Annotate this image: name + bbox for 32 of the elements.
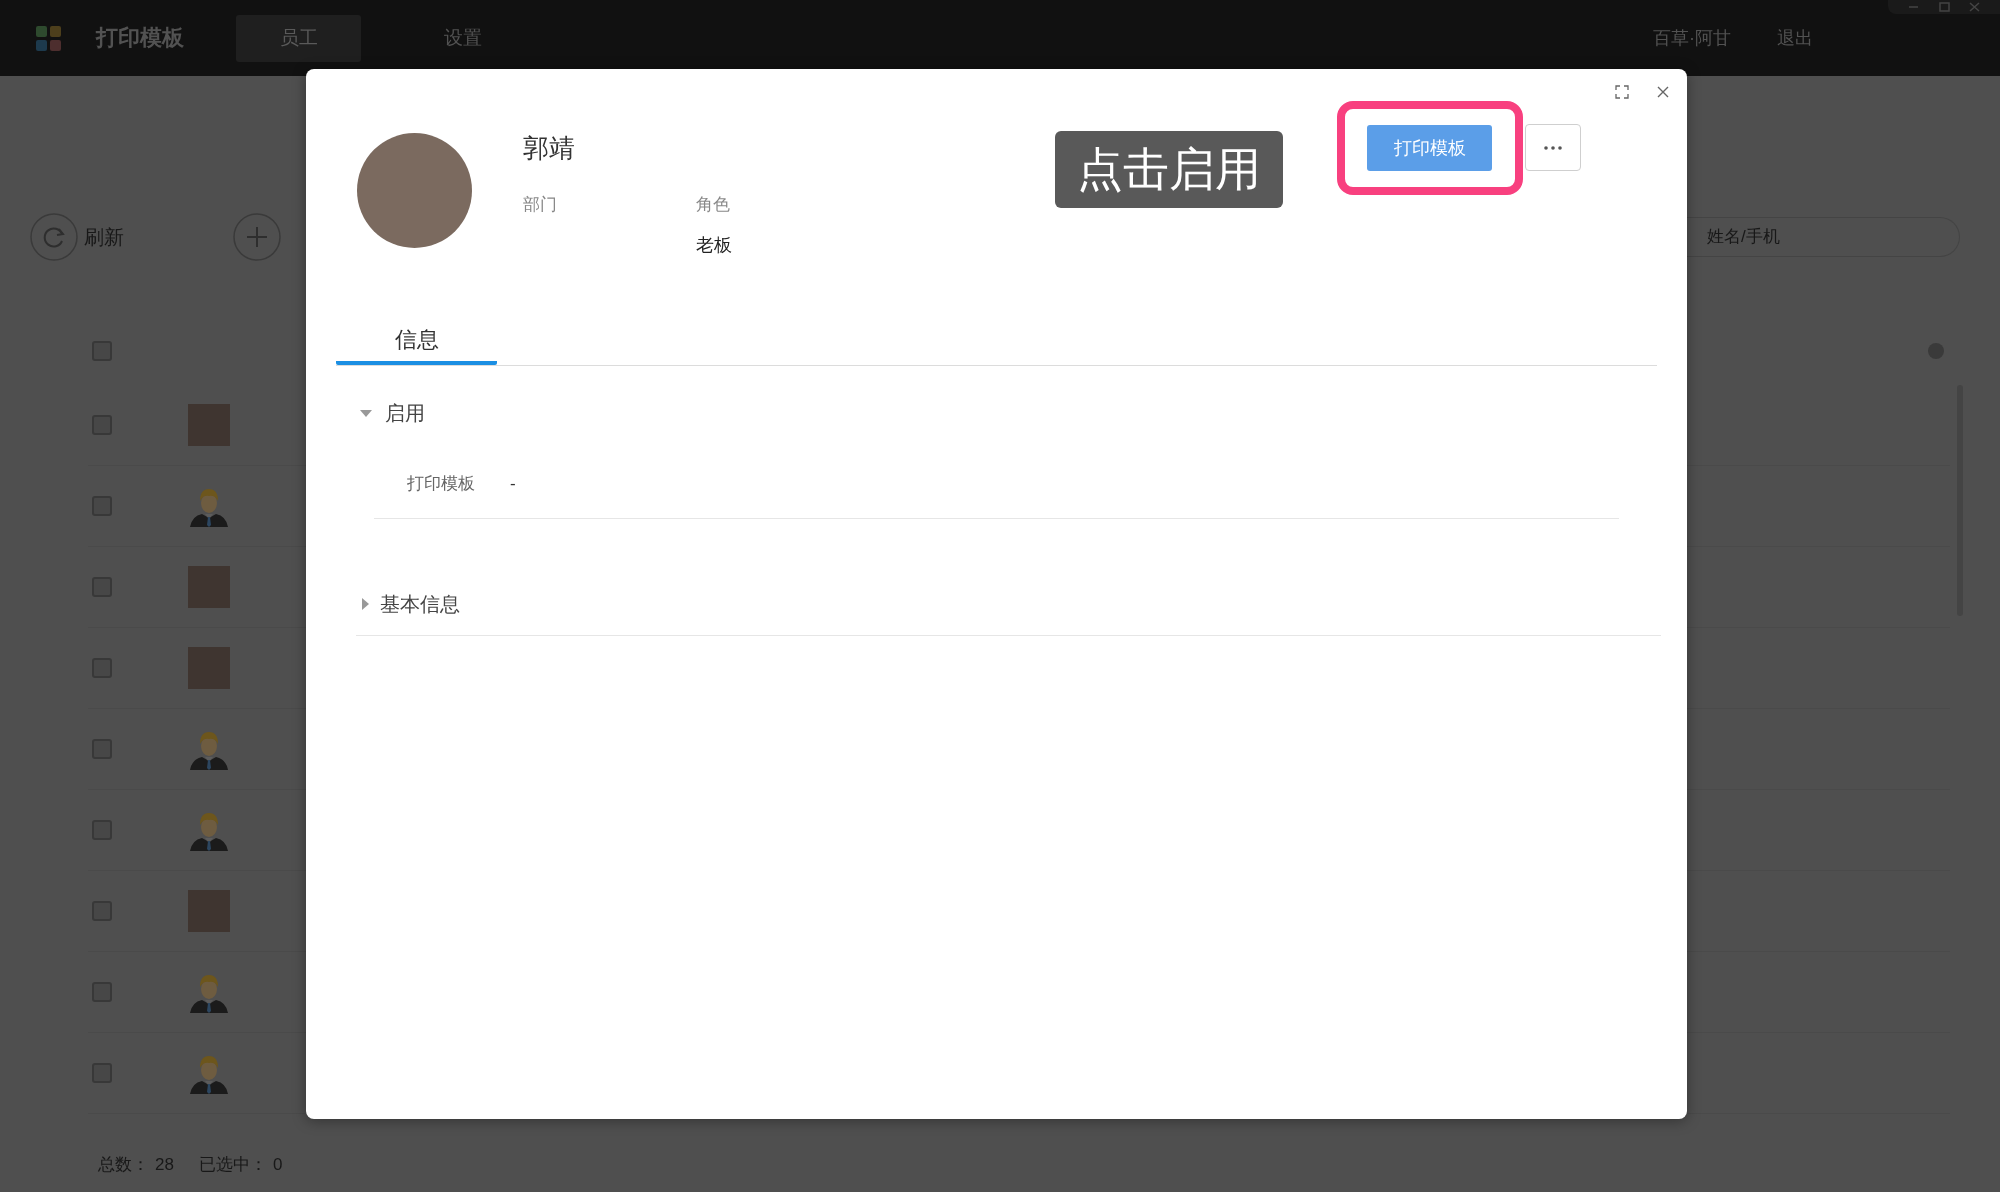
more-icon: [1544, 145, 1562, 150]
refresh-button[interactable]: 刷新: [30, 213, 124, 261]
more-button[interactable]: [1525, 124, 1581, 171]
refresh-icon: [30, 213, 78, 261]
print-template-button[interactable]: 打印模板: [1367, 125, 1492, 171]
user-name: 百草·阿甘: [1653, 27, 1731, 50]
field-label: 打印模板: [407, 473, 475, 495]
logout-link[interactable]: 退出: [1777, 26, 1813, 50]
field-label: 角色: [696, 194, 730, 216]
search-field[interactable]: 姓名/手机: [1687, 217, 1960, 257]
app-title: 打印模板: [96, 24, 184, 52]
photo-placeholder: [188, 566, 230, 608]
photo-placeholder: [188, 404, 230, 446]
add-button[interactable]: [233, 213, 281, 261]
person-name: 郭靖: [523, 133, 575, 163]
section-header[interactable]: 启用: [356, 393, 425, 433]
close-icon[interactable]: [1656, 85, 1670, 99]
tooltip: 点击启用: [1055, 131, 1283, 208]
logo-icon: [36, 25, 61, 51]
section-header[interactable]: 基本信息: [356, 584, 460, 624]
nav-tab[interactable]: 设置: [400, 14, 525, 62]
field-value: -: [510, 473, 516, 494]
fullscreen-icon[interactable]: [1615, 85, 1629, 99]
tab[interactable]: 信息: [336, 319, 497, 365]
plus-icon: [233, 213, 281, 261]
maximize-icon[interactable]: [1938, 2, 1950, 12]
photo-placeholder: [188, 890, 230, 932]
stat-value: 28: [155, 1154, 174, 1176]
photo-placeholder: [188, 647, 230, 689]
field-value: 老板: [696, 234, 732, 256]
nav-tab[interactable]: 员工: [236, 14, 361, 62]
field-label: 部门: [523, 194, 557, 216]
